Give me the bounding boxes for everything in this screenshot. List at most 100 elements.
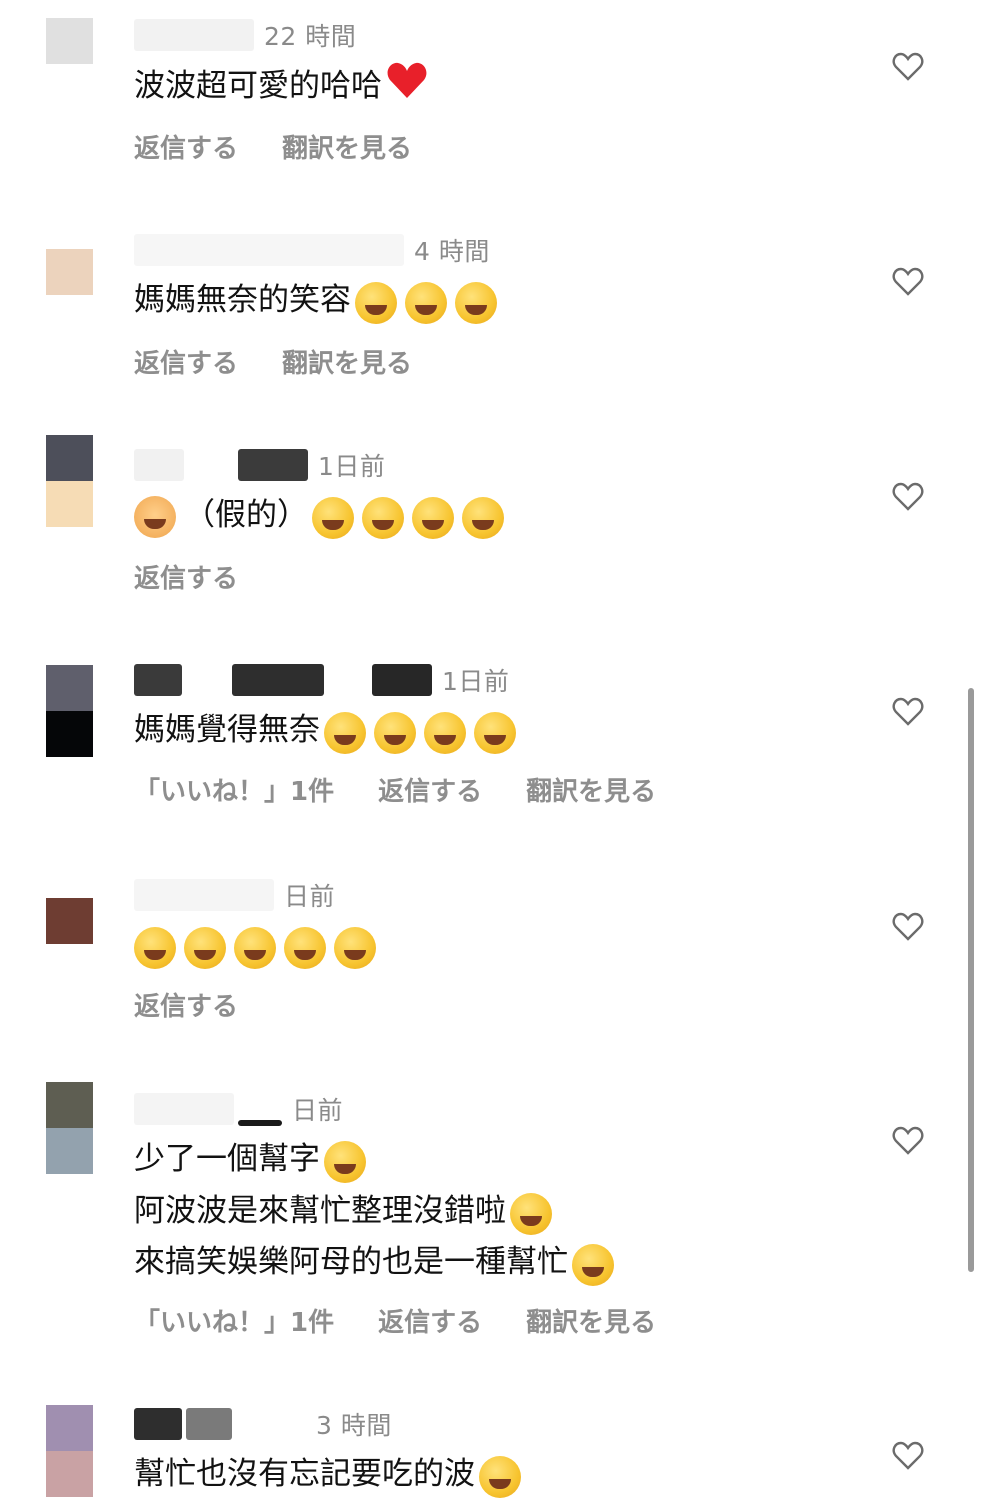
tears-of-joy-icon [362,497,404,539]
comment-meta: 1日前 [134,663,509,697]
blurred-username[interactable] [238,1120,282,1126]
like-heart-icon[interactable] [892,482,924,512]
avatar[interactable] [46,665,93,757]
see-translation-button[interactable]: 翻訳を見る [282,128,412,165]
tears-of-joy-icon [474,712,516,754]
comment-time: 22 時間 [264,22,357,51]
tears-of-joy-icon [324,712,366,754]
avatar[interactable] [46,1405,93,1497]
tears-of-joy-icon [184,927,226,969]
comment-line: 波波超可愛的哈哈 [134,68,382,104]
avatar[interactable] [46,435,93,527]
like-heart-icon[interactable] [892,912,924,942]
see-translation-button[interactable]: 翻訳を見る [282,343,412,380]
blurred-username[interactable] [134,1093,234,1125]
comment-actions: 返信する [134,558,282,595]
blurred-username[interactable] [188,449,234,481]
comment-actions: 「いいね！」1件 返信する 翻訳を見る [134,771,700,808]
avatar[interactable] [46,1082,93,1174]
tears-of-joy-icon [424,712,466,754]
comment-line: 媽媽覺得無奈 [134,712,320,748]
comment-meta: 22 時間 [134,18,356,52]
comment-line: 幫忙也沒有忘記要吃的波 [134,1456,475,1492]
blurred-username[interactable] [186,664,228,696]
comment-line: 阿波波是來幫忙整理沒錯啦 [134,1192,506,1229]
blurred-username[interactable] [134,879,274,911]
like-heart-icon[interactable] [892,52,924,82]
comment-actions: 「いいね！」1件 返信する 翻訳を見る [134,1302,700,1339]
like-heart-icon[interactable] [892,1441,924,1471]
comment-time: 日前 [292,1096,344,1125]
red-heart-icon [386,60,428,115]
comment-actions: 返信する 翻訳を見る [134,128,456,165]
blurred-username[interactable] [186,1408,232,1440]
like-count[interactable]: 「いいね！」1件 [134,1302,334,1339]
blurred-username[interactable] [134,1408,182,1440]
comment-line: 少了一個幫字 [134,1141,320,1177]
comment-time: 1日前 [318,452,386,481]
like-heart-icon[interactable] [892,697,924,727]
comment-meta: 日前 [134,878,335,912]
comment-text [134,920,874,972]
blurred-username[interactable] [328,664,368,696]
blurred-username[interactable] [238,449,308,481]
comment-actions: 返信する 翻訳を見る [134,343,456,380]
grinning-sweat-icon [355,282,397,324]
comment-line: 來搞笑娛樂阿母的也是一種幫忙 [134,1244,568,1280]
comment-text: 媽媽覺得無奈 [134,705,874,757]
blurred-username[interactable] [134,664,182,696]
beaming-grin-icon [510,1192,552,1235]
reply-button[interactable]: 返信する [378,771,482,808]
reply-button[interactable]: 返信する [134,558,238,595]
scrollbar[interactable] [968,688,974,1272]
comment-text: 少了一個幫字 阿波波是來幫忙整理沒錯啦 來搞笑娛樂阿母的也是一種幫忙 [134,1134,874,1289]
person-blond-icon [134,495,176,538]
reply-button[interactable]: 返信する [134,343,238,380]
reply-button[interactable]: 返信する [134,128,238,165]
tears-of-joy-icon [134,927,176,969]
blurred-username[interactable] [232,664,324,696]
tears-of-joy-icon [334,927,376,969]
comment-text: （假的） [134,490,874,542]
comment-text: 媽媽無奈的笑容 [134,275,874,327]
comment-meta: 4 時間 [134,233,490,267]
comment-time: 1日前 [442,667,510,696]
see-translation-button[interactable]: 翻訳を見る [526,1302,656,1339]
comment-meta: 日前 [134,1092,343,1126]
comment-meta: 3 時間 [134,1407,392,1441]
comment-actions: 返信する [134,986,282,1023]
reply-button[interactable]: 返信する [134,986,238,1023]
like-count[interactable]: 「いいね！」1件 [134,771,334,808]
tears-of-joy-icon [412,497,454,539]
comment-meta: 1日前 [134,448,385,482]
blurred-username[interactable] [134,234,404,266]
comment-time: 3 時間 [316,1411,392,1440]
avatar[interactable] [46,898,93,990]
grinning-sweat-icon [405,282,447,324]
tears-of-joy-icon [479,1456,521,1498]
blurred-username[interactable] [236,1408,306,1440]
avatar[interactable] [46,249,93,341]
tears-of-joy-icon [374,712,416,754]
reply-button[interactable]: 返信する [378,1302,482,1339]
comment-text: 波波超可愛的哈哈 [134,60,874,115]
see-translation-button[interactable]: 翻訳を見る [526,771,656,808]
comment-time: 日前 [284,882,336,911]
comment-line: 媽媽無奈的笑容 [134,282,351,318]
blurred-username[interactable] [372,664,432,696]
comment-line: （假的） [184,497,308,533]
laughing-squint-icon [324,1141,366,1183]
tears-of-joy-icon [234,927,276,969]
like-heart-icon[interactable] [892,1126,924,1156]
comment-text: 幫忙也沒有忘記要吃的波 [134,1449,874,1501]
avatar[interactable] [46,18,93,110]
blurred-username[interactable] [134,449,184,481]
comment-time: 4 時間 [414,237,490,266]
grinning-sweat-icon [455,282,497,324]
laughing-squint-icon [572,1244,614,1286]
like-heart-icon[interactable] [892,267,924,297]
tears-of-joy-icon [462,497,504,539]
tears-of-joy-icon [284,927,326,969]
tears-of-joy-icon [312,497,354,539]
blurred-username[interactable] [134,19,254,51]
